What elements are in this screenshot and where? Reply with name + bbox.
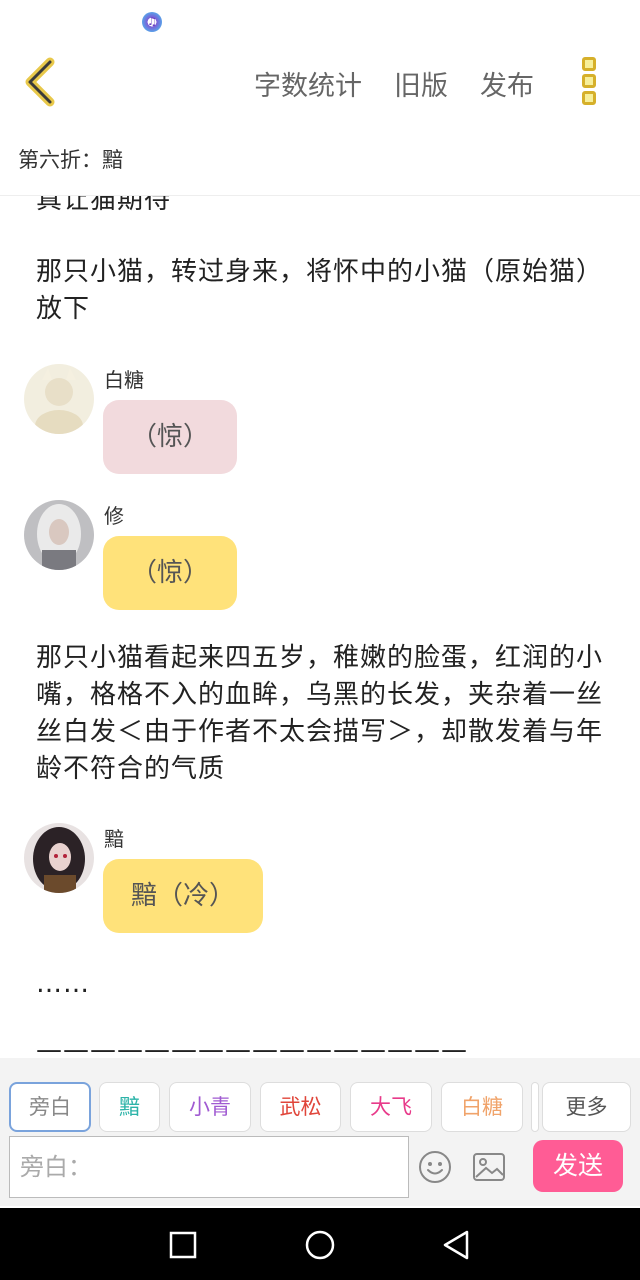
more-vertical-icon[interactable] [576, 54, 602, 110]
speaker-name: 修 [104, 504, 124, 528]
message-1: 白糖 （惊） [24, 364, 624, 474]
message-2: 修 （惊） [24, 500, 624, 610]
chevron-left-icon [25, 57, 55, 107]
chapter-title: 第六折：黯 [18, 148, 123, 172]
word-count-button[interactable]: 字数统计 [254, 64, 362, 103]
old-version-button[interactable]: 旧版 [394, 64, 448, 103]
speech-bubble: 黯（冷） [103, 859, 264, 933]
top-actions: 字数统计 旧版 发布 [254, 64, 534, 103]
character-chip-partial[interactable] [531, 1082, 539, 1132]
system-nav-bar [0, 1208, 640, 1280]
paragraph-2: 那只小猫看起来四五岁，稚嫩的脸蛋，红润的小嘴，格格不入的血眸，乌黑的长发，夹杂着… [36, 643, 604, 784]
ellipsis-text: …… [36, 969, 90, 999]
divider-text: ———————————————— [36, 1035, 468, 1058]
character-selector: 旁白 黯 小青 武松 大飞 白糖 更多 [0, 1058, 640, 1134]
back-button[interactable] [20, 56, 64, 108]
speaker-name: 黯 [104, 827, 124, 851]
top-bar: 字数统计 旧版 发布 [0, 42, 640, 124]
emoji-icon[interactable] [418, 1150, 452, 1184]
composer: 发送 [0, 1134, 640, 1206]
speech-bubble: （惊） [103, 536, 238, 610]
cut-text: 真让猫期待 [36, 196, 172, 215]
speech-bubble: （惊） [103, 400, 238, 474]
character-chip-dafei[interactable]: 大飞 [350, 1082, 432, 1132]
send-button[interactable]: 发送 [533, 1140, 623, 1192]
character-chip-wusong[interactable]: 武松 [260, 1082, 341, 1132]
more-characters-button[interactable]: 更多 [542, 1082, 631, 1132]
triangle-back-icon[interactable] [439, 1228, 473, 1262]
publish-button[interactable]: 发布 [480, 64, 534, 103]
message-3: 黯 黯（冷） [24, 823, 624, 933]
speaker-name: 白糖 [104, 368, 144, 392]
character-chip-an[interactable]: 黯 [99, 1082, 160, 1132]
avatar [24, 364, 94, 434]
circle-icon[interactable] [303, 1228, 337, 1262]
character-chip-narrator[interactable]: 旁白 [9, 1082, 91, 1132]
character-chip-xiaoqing[interactable]: 小青 [169, 1082, 251, 1132]
square-icon[interactable] [166, 1228, 200, 1262]
chapter-bar: 第六折：黯 [0, 124, 640, 196]
character-chip-baitang[interactable]: 白糖 [441, 1082, 523, 1132]
paragraph-1: 那只小猫，转过身来，将怀中的小猫（原始猫）放下 [36, 257, 604, 324]
music-app-icon: ♫ [142, 12, 162, 32]
image-icon[interactable] [472, 1152, 506, 1182]
avatar [24, 500, 94, 570]
avatar [24, 823, 94, 893]
message-input[interactable] [9, 1136, 409, 1198]
status-bar: ♫ [0, 0, 640, 42]
story-content[interactable]: 真让猫期待 那只小猫，转过身来，将怀中的小猫（原始猫）放下 白糖 （惊） 修 （… [0, 196, 640, 1058]
